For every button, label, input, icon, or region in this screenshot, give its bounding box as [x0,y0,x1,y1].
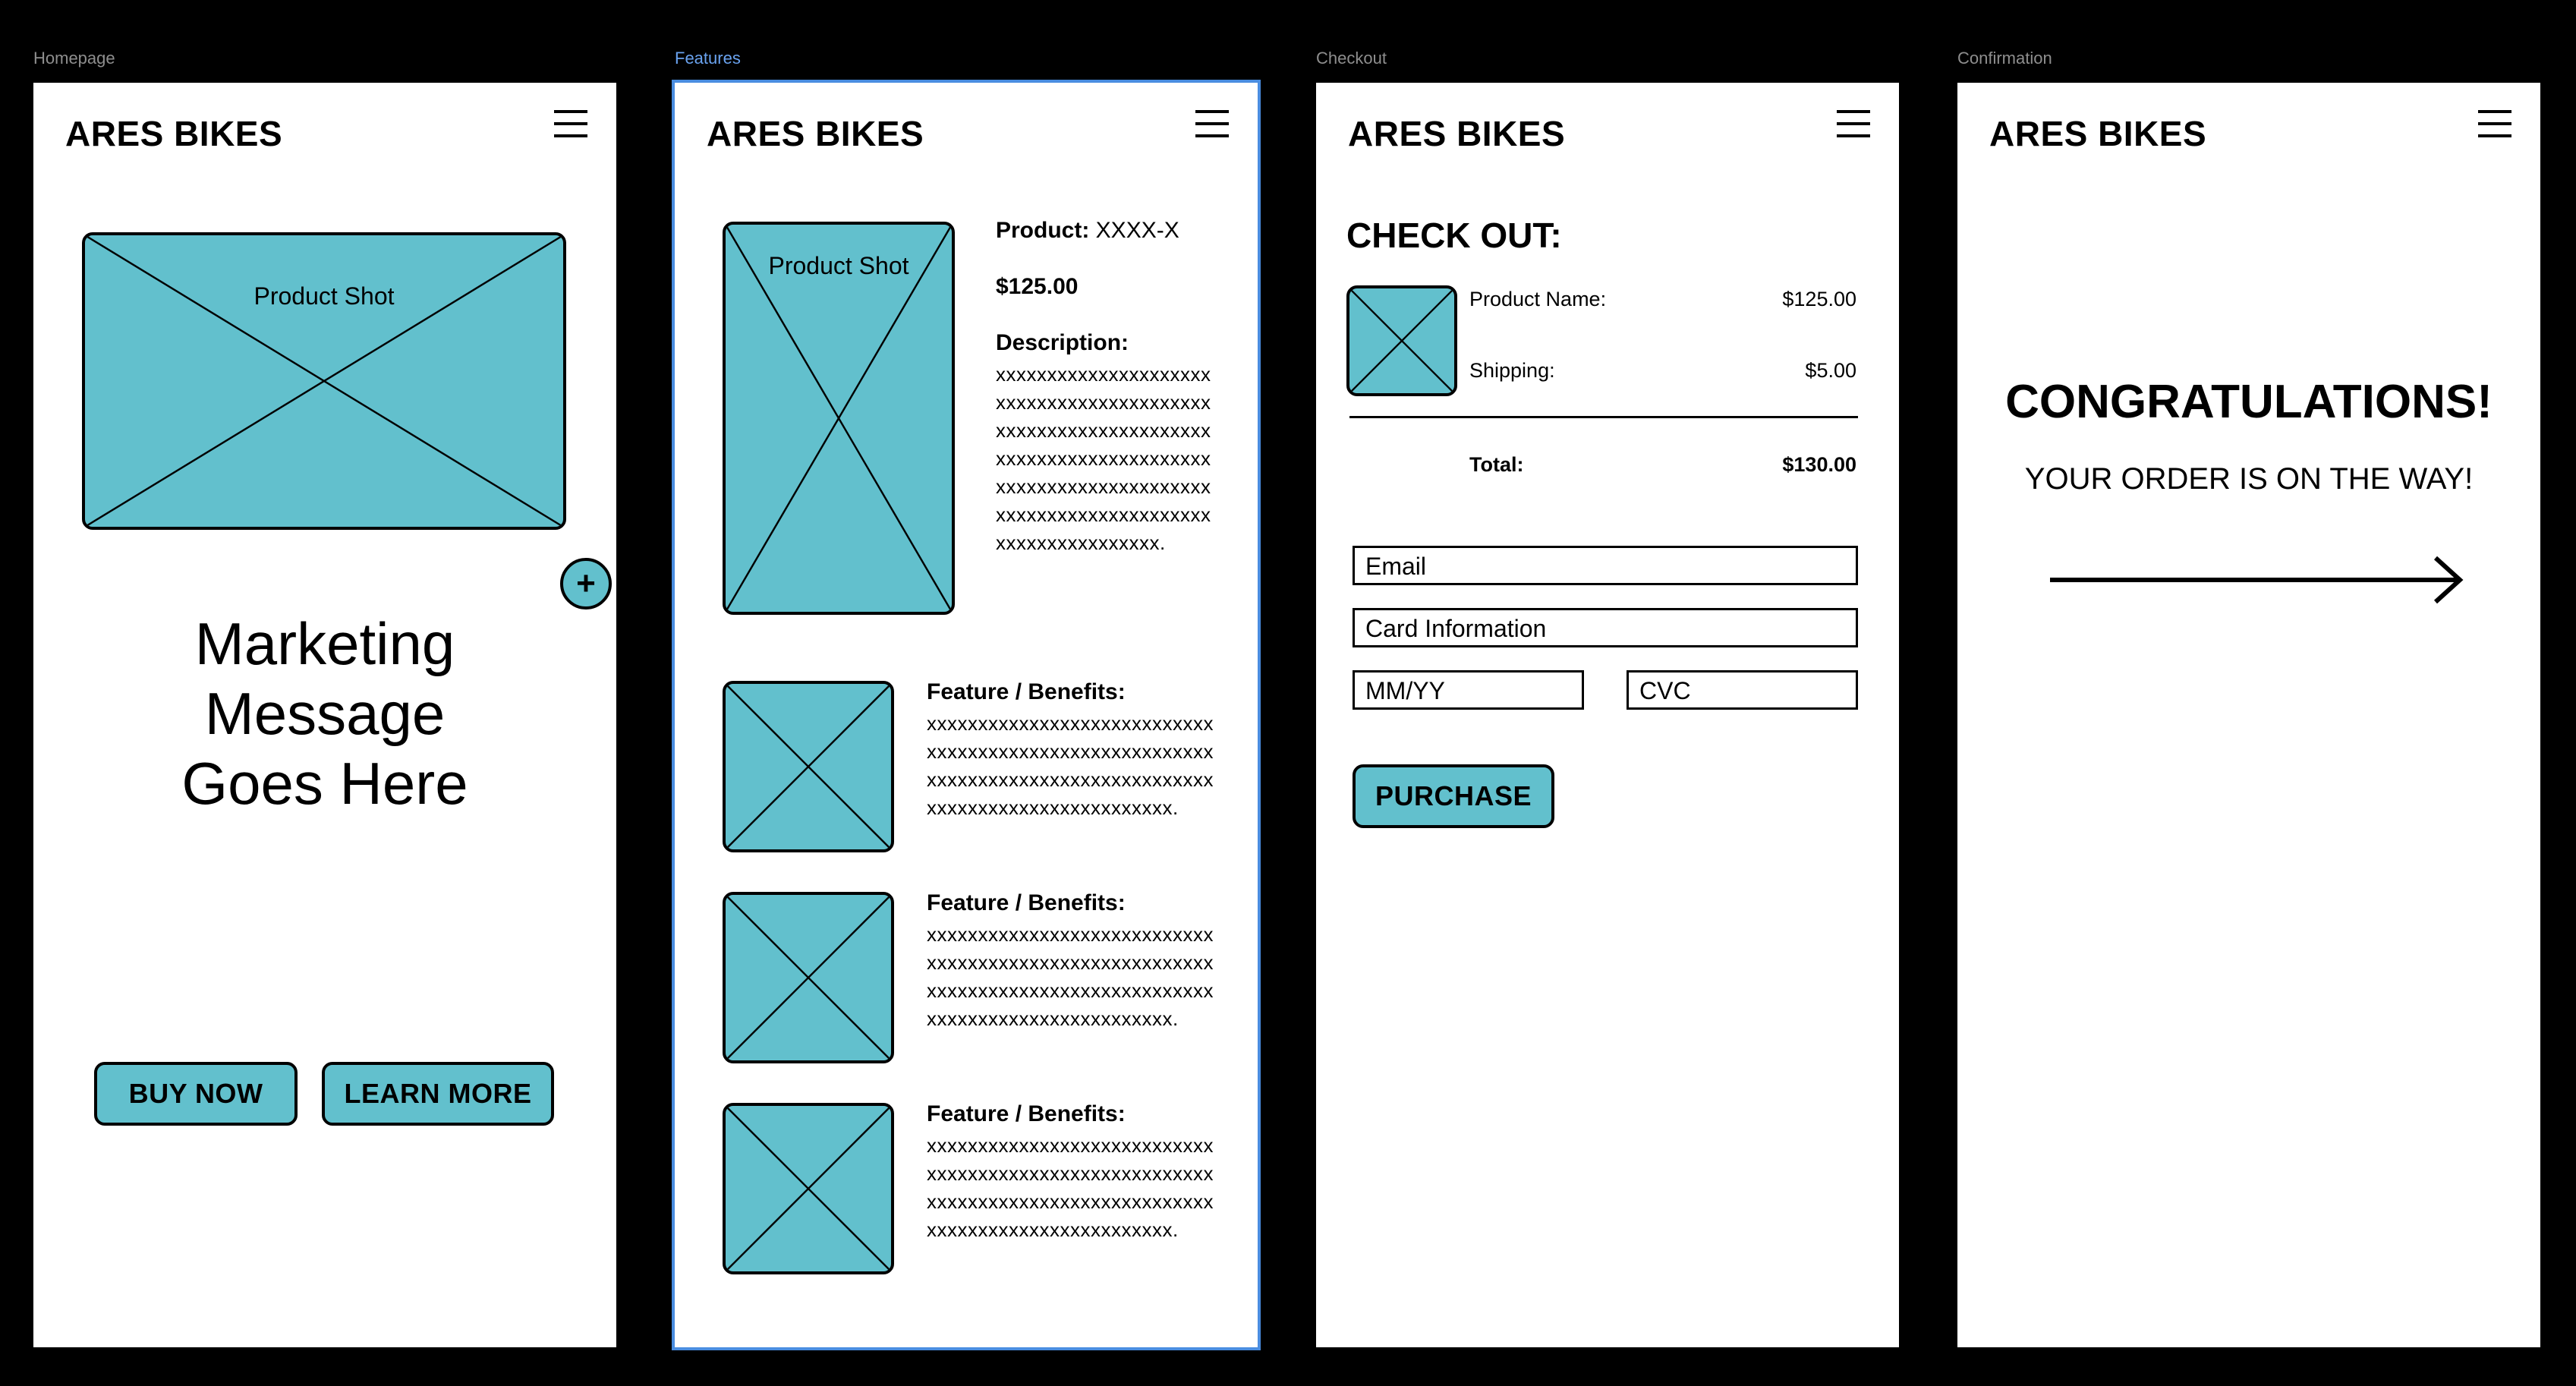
frame-checkout[interactable]: ARES BIKES CHECK OUT: Product Name: $125… [1316,83,1899,1347]
product-label: Product: [996,218,1090,243]
email-placeholder: Email [1365,553,1427,580]
feature-label: Feature / Benefits: [927,679,1126,704]
frame-features[interactable]: ARES BIKES Product Shot Product: XXXX-X … [672,80,1261,1350]
image-placeholder-icon [726,225,952,612]
image-placeholder-icon [726,684,891,849]
divider [1349,416,1858,418]
order-status-message: YOUR ORDER IS ON THE WAY! [2024,462,2474,496]
menu-icon[interactable] [554,110,587,137]
description-label: Description: [996,330,1129,355]
checkout-title: CHECK OUT: [1346,216,1562,255]
feature-image-placeholder [723,681,894,852]
description-text: xxxxxxxxxxxxxxxxxxxxxxxxxxxxxxxxxxxxxxxx… [996,363,1211,554]
total-price: $130.00 [1782,453,1856,476]
menu-icon[interactable] [2478,110,2511,137]
product-value: XXXX-X [1095,218,1179,243]
product-shot-label: Product Shot [254,282,395,310]
product-name-label: Product Name: [1469,288,1607,310]
image-placeholder-icon [1349,288,1454,393]
product-shot-placeholder: Product Shot [723,222,955,615]
image-placeholder-icon [726,1106,891,1271]
cvc-placeholder: CVC [1639,677,1691,704]
frame-confirmation[interactable]: ARES BIKES CONGRATULATIONS! YOUR ORDER I… [1957,83,2540,1347]
expiry-field[interactable]: MM/YY [1353,670,1584,710]
frame-label-homepage[interactable]: Homepage [33,49,115,68]
brand-logo: ARES BIKES [65,114,283,153]
email-field[interactable]: Email [1353,546,1858,585]
product-shot-placeholder: Product Shot [82,232,566,530]
marketing-line: Message [204,680,446,747]
purchase-button[interactable]: PURCHASE [1353,764,1554,828]
menu-icon[interactable] [1837,110,1870,137]
brand-logo: ARES BIKES [1348,114,1566,153]
menu-icon[interactable] [1195,110,1229,137]
shipping-label: Shipping: [1469,359,1555,382]
mmyy-placeholder: MM/YY [1365,677,1445,704]
card-placeholder: Card Information [1365,615,1547,642]
plus-icon[interactable]: + [560,558,612,610]
cart-item-thumbnail [1346,285,1457,396]
card-information-field[interactable]: Card Information [1353,608,1858,647]
image-placeholder-icon [85,235,563,527]
buy-now-button[interactable]: BUY NOW [94,1062,298,1126]
learn-more-button[interactable]: LEARN MORE [322,1062,554,1126]
shipping-price: $5.00 [1805,359,1856,382]
feature-image-placeholder [723,892,894,1063]
marketing-line: Marketing [194,610,455,677]
feature-text: xxxxxxxxxxxxxxxxxxxxxxxxxxxxxxxxxxxxxxxx… [927,1134,1214,1241]
product-code: Product: XXXX-X [996,218,1216,244]
congratulations-headline: CONGRATULATIONS! [2005,376,2493,428]
frame-label-features[interactable]: Features [675,49,741,68]
image-placeholder-icon [726,895,891,1060]
feature-text: xxxxxxxxxxxxxxxxxxxxxxxxxxxxxxxxxxxxxxxx… [927,712,1214,819]
product-price: $125.00 [996,274,1079,299]
marketing-line: Goes Here [181,750,468,817]
feature-text: xxxxxxxxxxxxxxxxxxxxxxxxxxxxxxxxxxxxxxxx… [927,923,1214,1030]
frame-homepage[interactable]: ARES BIKES Product Shot Marketing Messag… [33,83,616,1347]
brand-logo: ARES BIKES [707,114,924,153]
brand-logo: ARES BIKES [1989,114,2207,153]
marketing-message: Marketing Message Goes Here [33,609,616,818]
feature-label: Feature / Benefits: [927,890,1126,915]
feature-label: Feature / Benefits: [927,1101,1126,1126]
frame-label-checkout[interactable]: Checkout [1316,49,1387,68]
frame-label-confirmation[interactable]: Confirmation [1957,49,2052,68]
feature-image-placeholder [723,1103,894,1274]
product-shot-label: Product Shot [768,252,909,279]
total-label: Total: [1469,453,1524,476]
product-name-price: $125.00 [1782,288,1856,310]
arrow-right-icon[interactable] [2050,553,2466,606]
cvc-field[interactable]: CVC [1627,670,1858,710]
